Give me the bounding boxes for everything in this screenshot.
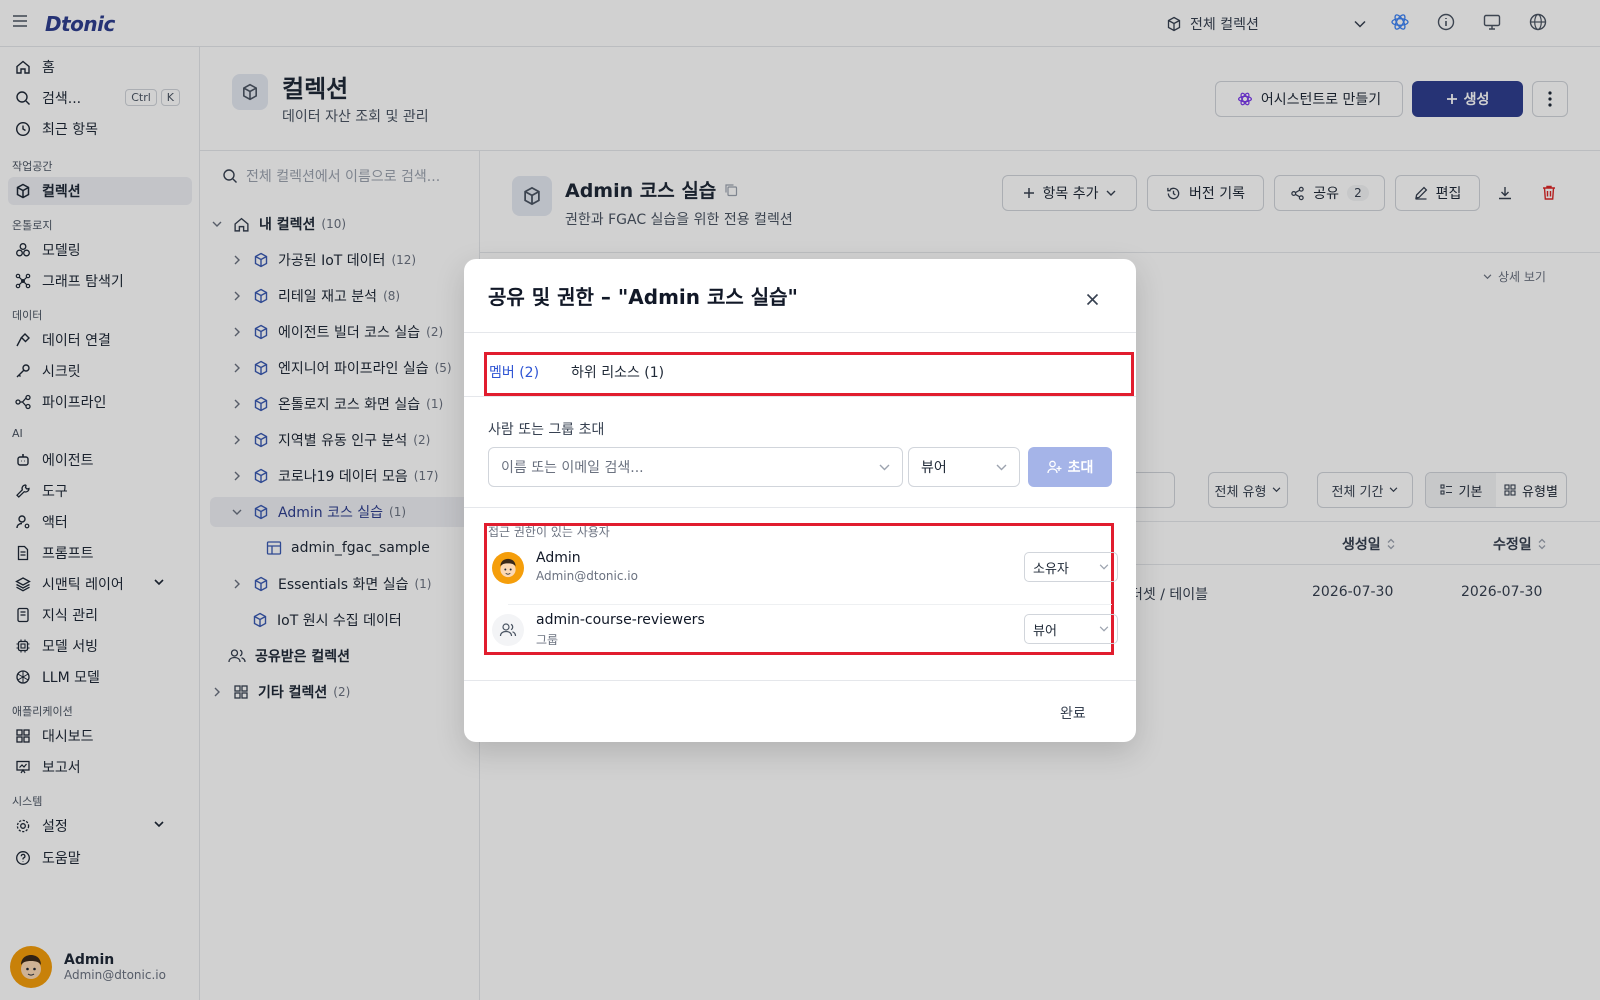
divider [464, 396, 1136, 397]
chevron-down-icon [879, 464, 890, 471]
divider [464, 507, 1136, 508]
share-permissions-dialog: 공유 및 권한 – "Admin 코스 실습" 멤버 (2) 하위 리소스 (1… [464, 259, 1136, 742]
dialog-title: 공유 및 권한 – "Admin 코스 실습" [488, 285, 798, 309]
member-name: Admin [536, 550, 581, 566]
invite-label: 사람 또는 그룹 초대 [488, 422, 605, 438]
member-row: Admin Admin@dtonic.io 소유자 [488, 542, 1118, 594]
invite-button-label: 초대 [1067, 460, 1094, 476]
tab-members[interactable]: 멤버 (2) [489, 362, 539, 382]
chevron-down-icon [996, 464, 1007, 471]
divider [464, 680, 1136, 681]
group-icon [492, 614, 524, 646]
tab-subresources[interactable]: 하위 리소스 (1) [571, 362, 664, 382]
member-role-select[interactable]: 소유자 [1024, 552, 1118, 582]
member-row: admin-course-reviewers 그룹 뷰어 [488, 604, 1118, 656]
invite-role-value: 뷰어 [921, 460, 947, 476]
invite-button[interactable]: 초대 [1028, 447, 1112, 487]
access-users-label: 접근 권한이 있는 사용자 [488, 525, 610, 539]
chevron-down-icon [1099, 626, 1109, 632]
avatar [492, 552, 524, 584]
close-icon[interactable] [1086, 293, 1099, 306]
member-email: Admin@dtonic.io [536, 569, 638, 583]
divider [464, 332, 1136, 333]
chevron-down-icon [1099, 564, 1109, 570]
member-role-value: 뷰어 [1033, 623, 1057, 639]
invite-search-input[interactable]: 이름 또는 이메일 검색... [488, 447, 903, 487]
member-role-value: 소유자 [1033, 561, 1069, 577]
user-plus-icon [1046, 460, 1062, 474]
member-type: 그룹 [536, 633, 559, 647]
invite-role-select[interactable]: 뷰어 [908, 447, 1020, 487]
member-role-select[interactable]: 뷰어 [1024, 614, 1118, 644]
invite-search-placeholder: 이름 또는 이메일 검색... [501, 460, 644, 476]
done-button[interactable]: 완료 [1060, 703, 1086, 723]
member-name: admin-course-reviewers [536, 612, 705, 628]
